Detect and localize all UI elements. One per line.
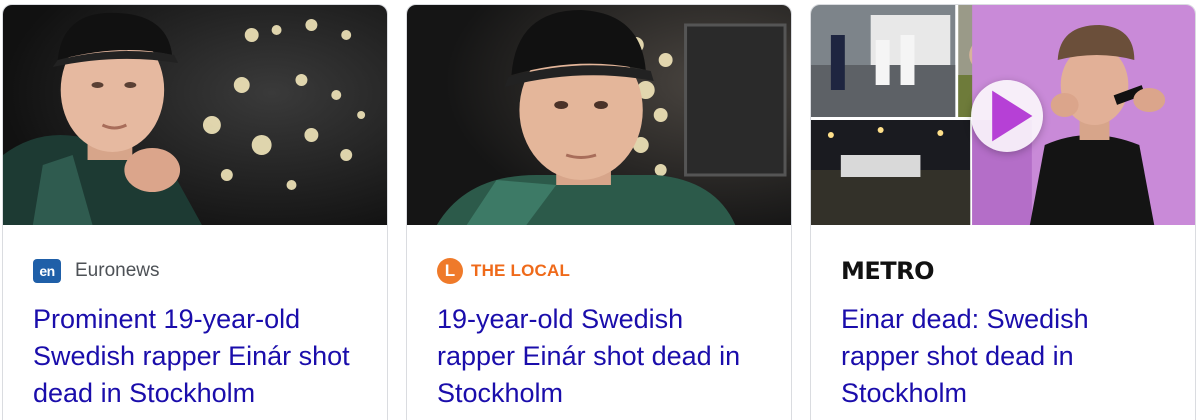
source-name: THE LOCAL <box>471 261 571 280</box>
thumbnail-image <box>407 5 791 225</box>
news-thumbnail[interactable] <box>407 5 791 225</box>
news-carousel: en Euronews Prominent 19-year-old Swedis… <box>0 0 1200 420</box>
source-name: Euronews <box>75 260 160 281</box>
the-local-logo-letter: L <box>444 261 456 280</box>
source-row: L THE LOCAL <box>437 257 570 285</box>
news-thumbnail[interactable] <box>811 5 1195 225</box>
news-card-the-local[interactable]: L THE LOCAL 19-year-old Swedish rapper E… <box>406 4 792 420</box>
news-card-metro[interactable]: METRO Einar dead: Swedish rapper shot de… <box>810 4 1196 420</box>
thumbnail-image <box>3 5 387 225</box>
headline-link[interactable]: Einar dead: Swedish rapper shot dead in … <box>841 301 1171 412</box>
source-row: en Euronews <box>33 257 160 285</box>
play-button[interactable] <box>971 80 1043 152</box>
source-name: METRO <box>841 257 935 285</box>
headline-link[interactable]: Prominent 19-year-old Swedish rapper Ein… <box>33 301 363 412</box>
euronews-logo-text: en <box>39 263 55 279</box>
news-card-euronews[interactable]: en Euronews Prominent 19-year-old Swedis… <box>2 4 388 420</box>
the-local-logo-icon: L <box>437 258 463 284</box>
the-local-logo: L THE LOCAL <box>437 258 570 284</box>
news-thumbnail[interactable] <box>3 5 387 225</box>
play-icon <box>992 90 1033 142</box>
euronews-logo-icon: en <box>33 259 61 283</box>
source-row: METRO <box>841 257 935 285</box>
headline-link[interactable]: 19-year-old Swedish rapper Einár shot de… <box>437 301 767 412</box>
